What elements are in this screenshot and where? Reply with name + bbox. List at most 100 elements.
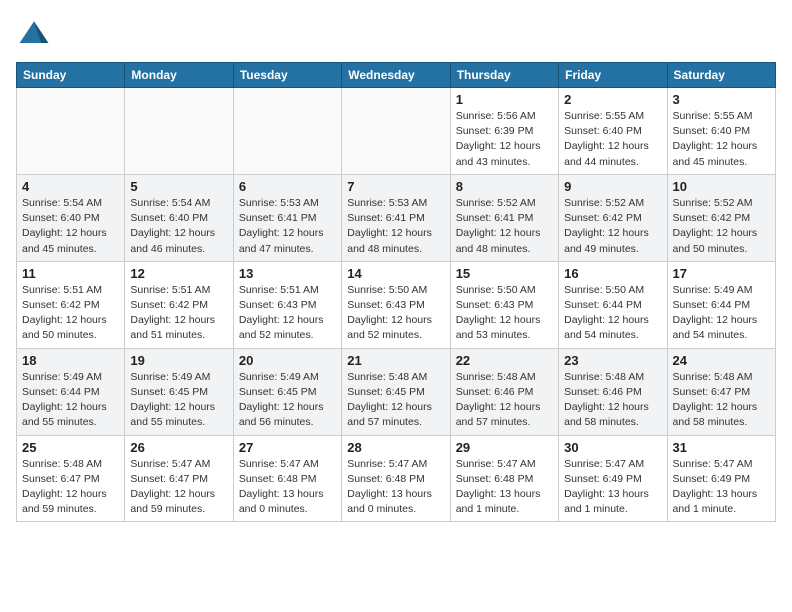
day-number: 8 [456,179,553,194]
calendar-cell: 25 Sunrise: 5:48 AM Sunset: 6:47 PM Dayli… [17,435,125,522]
calendar-cell: 7 Sunrise: 5:53 AM Sunset: 6:41 PM Daylig… [342,174,450,261]
day-info: Sunrise: 5:56 AM Sunset: 6:39 PM Dayligh… [456,109,553,170]
calendar-cell [125,88,233,175]
day-number: 14 [347,266,444,281]
day-info: Sunrise: 5:51 AM Sunset: 6:42 PM Dayligh… [130,283,227,344]
day-number: 11 [22,266,119,281]
day-info: Sunrise: 5:51 AM Sunset: 6:43 PM Dayligh… [239,283,336,344]
day-info: Sunrise: 5:48 AM Sunset: 6:47 PM Dayligh… [22,457,119,518]
day-number: 23 [564,353,661,368]
calendar-cell: 21 Sunrise: 5:48 AM Sunset: 6:45 PM Dayli… [342,348,450,435]
calendar-cell: 5 Sunrise: 5:54 AM Sunset: 6:40 PM Daylig… [125,174,233,261]
weekday-header-friday: Friday [559,63,667,88]
day-info: Sunrise: 5:47 AM Sunset: 6:48 PM Dayligh… [347,457,444,518]
calendar-cell: 24 Sunrise: 5:48 AM Sunset: 6:47 PM Dayli… [667,348,775,435]
calendar-cell: 23 Sunrise: 5:48 AM Sunset: 6:46 PM Dayli… [559,348,667,435]
calendar-header-row: SundayMondayTuesdayWednesdayThursdayFrid… [17,63,776,88]
day-info: Sunrise: 5:49 AM Sunset: 6:44 PM Dayligh… [22,370,119,431]
day-number: 31 [673,440,770,455]
calendar-cell: 11 Sunrise: 5:51 AM Sunset: 6:42 PM Dayli… [17,261,125,348]
calendar-cell [233,88,341,175]
calendar-cell: 15Sunrise: 5:50 AM Sunset: 6:43 PM Dayli… [450,261,558,348]
day-number: 5 [130,179,227,194]
day-info: Sunrise: 5:47 AM Sunset: 6:48 PM Dayligh… [456,457,553,518]
day-info: Sunrise: 5:47 AM Sunset: 6:49 PM Dayligh… [564,457,661,518]
day-number: 4 [22,179,119,194]
day-number: 7 [347,179,444,194]
calendar-cell: 8 Sunrise: 5:52 AM Sunset: 6:41 PM Daylig… [450,174,558,261]
day-info: Sunrise: 5:47 AM Sunset: 6:48 PM Dayligh… [239,457,336,518]
calendar-week-4: 18 Sunrise: 5:49 AM Sunset: 6:44 PM Dayli… [17,348,776,435]
weekday-header-saturday: Saturday [667,63,775,88]
weekday-header-monday: Monday [125,63,233,88]
calendar-week-1: 1 Sunrise: 5:56 AM Sunset: 6:39 PM Daylig… [17,88,776,175]
calendar-cell: 28 Sunrise: 5:47 AM Sunset: 6:48 PM Dayli… [342,435,450,522]
day-info: Sunrise: 5:54 AM Sunset: 6:40 PM Dayligh… [130,196,227,257]
calendar-cell: 22Sunrise: 5:48 AM Sunset: 6:46 PM Dayli… [450,348,558,435]
day-info: Sunrise: 5:50 AM Sunset: 6:43 PM Dayligh… [347,283,444,344]
weekday-header-wednesday: Wednesday [342,63,450,88]
calendar-cell: 6 Sunrise: 5:53 AM Sunset: 6:41 PM Daylig… [233,174,341,261]
weekday-header-tuesday: Tuesday [233,63,341,88]
day-info: Sunrise: 5:48 AM Sunset: 6:45 PM Dayligh… [347,370,444,431]
day-info: Sunrise: 5:53 AM Sunset: 6:41 PM Dayligh… [239,196,336,257]
calendar-cell: 27 Sunrise: 5:47 AM Sunset: 6:48 PM Dayli… [233,435,341,522]
day-number: 30 [564,440,661,455]
day-number: 21 [347,353,444,368]
calendar-cell: 3Sunrise: 5:55 AM Sunset: 6:40 PM Daylig… [667,88,775,175]
day-info: Sunrise: 5:48 AM Sunset: 6:47 PM Dayligh… [673,370,770,431]
calendar-week-2: 4 Sunrise: 5:54 AM Sunset: 6:40 PM Daylig… [17,174,776,261]
day-number: 16 [564,266,661,281]
day-info: Sunrise: 5:54 AM Sunset: 6:40 PM Dayligh… [22,196,119,257]
day-info: Sunrise: 5:47 AM Sunset: 6:49 PM Dayligh… [673,457,770,518]
calendar-week-5: 25 Sunrise: 5:48 AM Sunset: 6:47 PM Dayli… [17,435,776,522]
day-number: 28 [347,440,444,455]
day-number: 20 [239,353,336,368]
calendar-cell: 2Sunrise: 5:55 AM Sunset: 6:40 PM Daylig… [559,88,667,175]
day-number: 1 [456,92,553,107]
day-info: Sunrise: 5:48 AM Sunset: 6:46 PM Dayligh… [564,370,661,431]
calendar-cell: 10Sunrise: 5:52 AM Sunset: 6:42 PM Dayli… [667,174,775,261]
day-number: 24 [673,353,770,368]
day-number: 6 [239,179,336,194]
day-info: Sunrise: 5:49 AM Sunset: 6:44 PM Dayligh… [673,283,770,344]
calendar-cell: 31 Sunrise: 5:47 AM Sunset: 6:49 PM Dayli… [667,435,775,522]
day-number: 13 [239,266,336,281]
day-number: 25 [22,440,119,455]
day-info: Sunrise: 5:51 AM Sunset: 6:42 PM Dayligh… [22,283,119,344]
day-info: Sunrise: 5:49 AM Sunset: 6:45 PM Dayligh… [239,370,336,431]
calendar-cell: 29 Sunrise: 5:47 AM Sunset: 6:48 PM Dayli… [450,435,558,522]
day-info: Sunrise: 5:53 AM Sunset: 6:41 PM Dayligh… [347,196,444,257]
day-info: Sunrise: 5:47 AM Sunset: 6:47 PM Dayligh… [130,457,227,518]
calendar-cell: 16 Sunrise: 5:50 AM Sunset: 6:44 PM Dayli… [559,261,667,348]
day-number: 12 [130,266,227,281]
day-info: Sunrise: 5:50 AM Sunset: 6:43 PM Dayligh… [456,283,553,344]
day-number: 18 [22,353,119,368]
day-number: 19 [130,353,227,368]
calendar-cell: 30 Sunrise: 5:47 AM Sunset: 6:49 PM Dayli… [559,435,667,522]
day-info: Sunrise: 5:52 AM Sunset: 6:41 PM Dayligh… [456,196,553,257]
calendar-cell: 12 Sunrise: 5:51 AM Sunset: 6:42 PM Dayli… [125,261,233,348]
day-number: 17 [673,266,770,281]
calendar-cell: 17 Sunrise: 5:49 AM Sunset: 6:44 PM Dayli… [667,261,775,348]
calendar-cell: 18 Sunrise: 5:49 AM Sunset: 6:44 PM Dayli… [17,348,125,435]
calendar-cell: 4 Sunrise: 5:54 AM Sunset: 6:40 PM Daylig… [17,174,125,261]
day-number: 29 [456,440,553,455]
calendar-cell: 9Sunrise: 5:52 AM Sunset: 6:42 PM Daylig… [559,174,667,261]
weekday-header-thursday: Thursday [450,63,558,88]
logo [16,16,56,52]
day-number: 26 [130,440,227,455]
day-info: Sunrise: 5:55 AM Sunset: 6:40 PM Dayligh… [673,109,770,170]
day-info: Sunrise: 5:50 AM Sunset: 6:44 PM Dayligh… [564,283,661,344]
day-number: 27 [239,440,336,455]
calendar-week-3: 11 Sunrise: 5:51 AM Sunset: 6:42 PM Dayli… [17,261,776,348]
calendar-cell: 1 Sunrise: 5:56 AM Sunset: 6:39 PM Daylig… [450,88,558,175]
calendar-cell: 13 Sunrise: 5:51 AM Sunset: 6:43 PM Dayli… [233,261,341,348]
calendar-cell: 26 Sunrise: 5:47 AM Sunset: 6:47 PM Dayli… [125,435,233,522]
day-info: Sunrise: 5:49 AM Sunset: 6:45 PM Dayligh… [130,370,227,431]
calendar-cell: 20 Sunrise: 5:49 AM Sunset: 6:45 PM Dayli… [233,348,341,435]
day-number: 22 [456,353,553,368]
day-info: Sunrise: 5:52 AM Sunset: 6:42 PM Dayligh… [564,196,661,257]
page-header [16,16,776,52]
calendar-cell [342,88,450,175]
